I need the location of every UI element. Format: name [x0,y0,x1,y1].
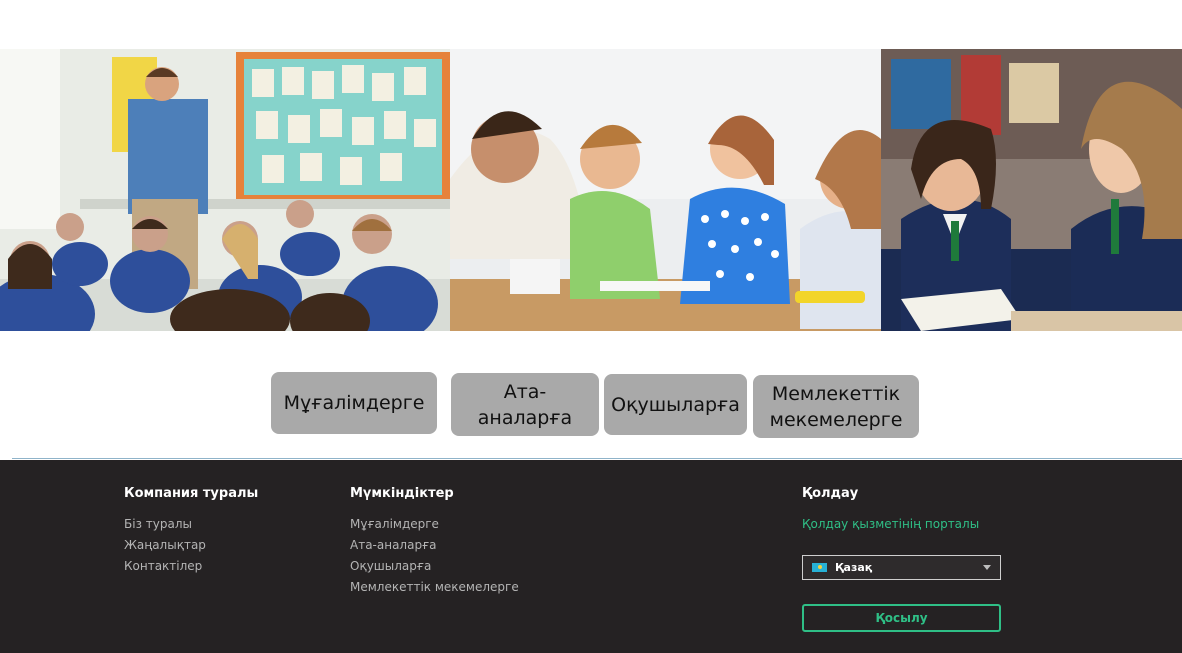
section-divider [12,458,1182,459]
footer-features-heading: Мүмкіндіктер [350,486,454,501]
parents-button[interactable]: Ата-аналарға [451,373,599,436]
about-us-link[interactable]: Біз туралы [124,514,258,535]
contacts-link[interactable]: Контактілер [124,556,258,577]
kazakhstan-flag-icon [812,563,827,572]
classroom-teacher-photo [0,49,450,331]
dropdown-arrow-icon [983,565,991,570]
government-institutions-button[interactable]: Мемлекеттік мекемелерге [753,375,919,438]
for-teachers-link[interactable]: Мұғалімдерге [350,514,519,535]
language-select[interactable]: Қазақ [802,555,1001,580]
for-students-link[interactable]: Оқушыларға [350,556,519,577]
students-reading-photo [881,49,1182,331]
for-government-link[interactable]: Мемлекеттік мекемелерге [350,577,519,598]
footer-support-heading: Қолдау [802,486,859,501]
teachers-button[interactable]: Мұғалімдерге [271,372,437,434]
footer-about-heading: Компания туралы [124,486,259,501]
footer-support-column: Қолдау Қолдау қызметінің порталы [802,486,979,535]
footer-about-column: Компания туралы Біз туралы Жаңалықтар Ко… [124,486,258,577]
students-button[interactable]: Оқушыларға [604,374,747,435]
hero-photo-strip [0,49,1182,331]
audience-buttons: Мұғалімдерге Ата-аналарға Оқушыларға Мем… [0,372,1182,438]
support-portal-link[interactable]: Қолдау қызметінің порталы [802,514,979,535]
join-button[interactable]: Қосылу [802,604,1001,632]
language-select-value: Қазақ [835,561,873,574]
family-drawing-photo [450,49,881,331]
footer: Компания туралы Біз туралы Жаңалықтар Ко… [0,460,1182,653]
for-parents-link[interactable]: Ата-аналарға [350,535,519,556]
news-link[interactable]: Жаңалықтар [124,535,258,556]
footer-features-column: Мүмкіндіктер Мұғалімдерге Ата-аналарға О… [350,486,519,598]
